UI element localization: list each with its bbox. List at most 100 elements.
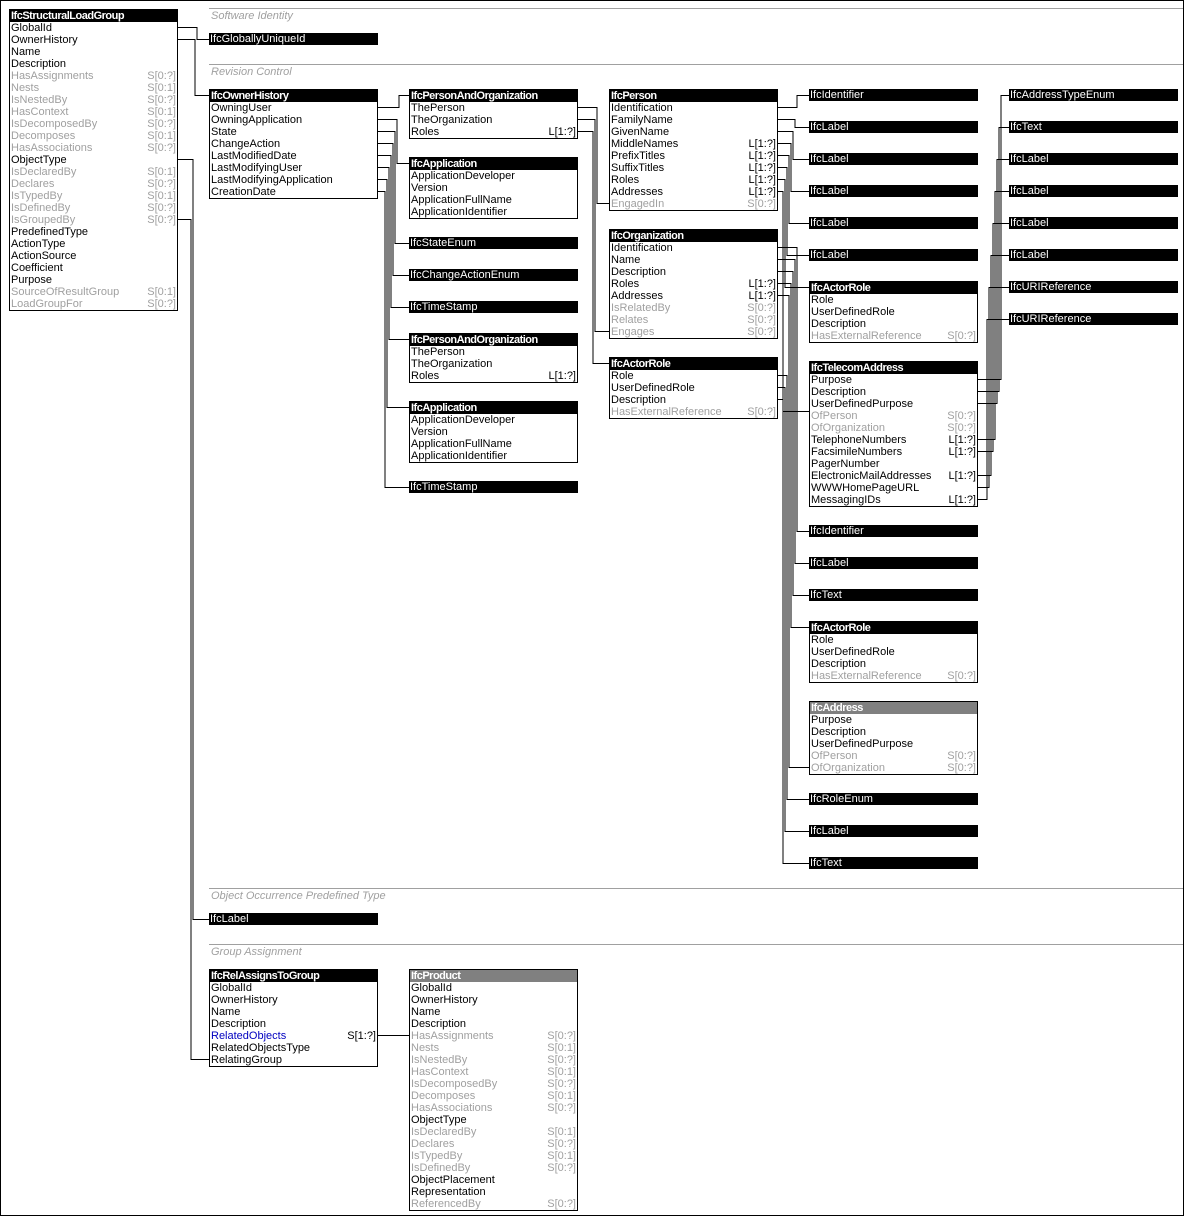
attribute-row[interactable]: ChangeAction [210,138,377,150]
entity-ifc-product[interactable]: IfcProduct GlobalId OwnerHistory Name Descri… [409,969,578,1211]
entity-ifc-application[interactable]: IfcApplication ApplicationDeveloper Versio… [409,157,578,219]
entity-ifc-actor-role[interactable]: IfcActorRole Role UserDefinedRole Descripti… [809,281,978,343]
attribute-row[interactable]: HasExternalReference S[0:?] [810,330,977,342]
attribute-row[interactable]: MessagingIDs L[1:?] [810,494,977,506]
type-ifc-label[interactable]: IfcLabel [1009,249,1178,261]
attribute-row[interactable]: HasAssignments S[0:?] [410,1030,577,1042]
attribute-row[interactable]: OwnerHistory [10,34,177,46]
attribute-row[interactable]: ActionType [10,238,177,250]
attribute-row[interactable]: Roles L[1:?] [410,126,577,138]
type-ifc-label[interactable]: IfcLabel [809,217,978,229]
type-ifc-label[interactable]: IfcLabel [809,557,978,569]
attribute-row[interactable]: ThePerson [410,102,577,114]
attribute-row[interactable]: IsDefinedBy S[0:?] [10,202,177,214]
attribute-row[interactable]: OwningApplication [210,114,377,126]
attribute-row[interactable]: TelephoneNumbers L[1:?] [810,434,977,446]
type-ifc-label[interactable]: IfcLabel [809,121,978,133]
attribute-row[interactable]: OfOrganization S[0:?] [810,422,977,434]
attribute-row[interactable]: HasContext S[0:1] [10,106,177,118]
attribute-row[interactable]: UserDefinedPurpose [810,398,977,410]
entity-ifc-address[interactable]: IfcAddress Purpose Description UserDefinedP… [809,701,978,775]
attribute-row[interactable]: RelatedObjects S[1:?] [210,1030,377,1042]
attribute-row[interactable]: ApplicationFullName [410,438,577,450]
attribute-row[interactable]: Version [410,182,577,194]
attribute-row[interactable]: TheOrganization [410,358,577,370]
attribute-row[interactable]: UserDefinedRole [810,646,977,658]
attribute-row[interactable]: Name [210,1006,377,1018]
attribute-row[interactable]: Nests S[0:1] [10,82,177,94]
attribute-row[interactable]: Purpose [10,274,177,286]
type-ifc-label[interactable]: IfcLabel [209,913,378,925]
attribute-row[interactable]: Description [810,386,977,398]
attribute-row[interactable]: ApplicationDeveloper [410,170,577,182]
type-ifc-label[interactable]: IfcLabel [1009,185,1178,197]
attribute-row[interactable]: Description [610,266,777,278]
type-ifc-state-enum[interactable]: IfcStateEnum [409,237,578,249]
attribute-row[interactable]: LastModifiedDate [210,150,377,162]
attribute-row[interactable]: Nests S[0:1] [410,1042,577,1054]
attribute-row[interactable]: Decomposes S[0:1] [10,130,177,142]
attribute-row[interactable]: State [210,126,377,138]
entity-ifc-telecom-address[interactable]: IfcTelecomAddress Purpose Description UserD… [809,361,978,507]
attribute-row[interactable]: Role [810,634,977,646]
attribute-row[interactable]: PredefinedType [10,226,177,238]
attribute-row[interactable]: Declares S[0:?] [410,1138,577,1150]
attribute-row[interactable]: LoadGroupFor S[0:?] [10,298,177,310]
type-ifc-globally-unique-id[interactable]: IfcGloballyUniqueId [209,33,378,45]
entity-ifc-structural-load-group[interactable]: IfcStructuralLoadGroup GlobalId OwnerHisto… [9,9,178,311]
attribute-row[interactable]: GlobalId [10,22,177,34]
attribute-row[interactable]: IsTypedBy S[0:1] [10,190,177,202]
attribute-row[interactable]: IsDecomposedBy S[0:?] [10,118,177,130]
attribute-row[interactable]: Role [810,294,977,306]
attribute-row[interactable]: Description [610,394,777,406]
attribute-row[interactable]: Purpose [810,714,977,726]
type-ifc-identifier[interactable]: IfcIdentifier [809,525,978,537]
attribute-row[interactable]: Name [10,46,177,58]
attribute-row[interactable]: Description [810,726,977,738]
attribute-row[interactable]: ThePerson [410,346,577,358]
attribute-row[interactable]: Relates S[0:?] [610,314,777,326]
entity-ifc-person[interactable]: IfcPerson Identification FamilyName GivenNa… [609,89,778,211]
attribute-row[interactable]: Version [410,426,577,438]
attribute-row[interactable]: Description [810,658,977,670]
attribute-row[interactable]: RelatingGroup [210,1054,377,1066]
attribute-row[interactable]: Engages S[0:?] [610,326,777,338]
entity-ifc-person-and-organization[interactable]: IfcPersonAndOrganization ThePerson TheOrga… [409,333,578,383]
attribute-row[interactable]: EngagedIn S[0:?] [610,198,777,210]
type-ifc-label[interactable]: IfcLabel [809,153,978,165]
attribute-row[interactable]: UserDefinedPurpose [810,738,977,750]
attribute-row[interactable]: Decomposes S[0:1] [410,1090,577,1102]
attribute-row[interactable]: Coefficient [10,262,177,274]
attribute-row[interactable]: Purpose [810,374,977,386]
attribute-row[interactable]: RelatedObjectsType [210,1042,377,1054]
attribute-row[interactable]: FamilyName [610,114,777,126]
entity-ifc-application[interactable]: IfcApplication ApplicationDeveloper Versio… [409,401,578,463]
type-ifc-text[interactable]: IfcText [809,589,978,601]
attribute-row[interactable]: OwnerHistory [410,994,577,1006]
attribute-row[interactable]: ActionSource [10,250,177,262]
attribute-row[interactable]: Description [10,58,177,70]
attribute-row[interactable]: OfPerson S[0:?] [810,750,977,762]
type-ifc-label[interactable]: IfcLabel [1009,153,1178,165]
attribute-row[interactable]: HasExternalReference S[0:?] [610,406,777,418]
attribute-row[interactable]: UserDefinedRole [610,382,777,394]
attribute-row[interactable]: FacsimileNumbers L[1:?] [810,446,977,458]
attribute-row[interactable]: Roles L[1:?] [610,174,777,186]
attribute-row[interactable]: HasContext S[0:1] [410,1066,577,1078]
type-ifc-role-enum[interactable]: IfcRoleEnum [809,793,978,805]
attribute-row[interactable]: OfOrganization S[0:?] [810,762,977,774]
attribute-row[interactable]: ObjectType [10,154,177,166]
entity-ifc-organization[interactable]: IfcOrganization Identification Name Descrip… [609,229,778,339]
attribute-row[interactable]: ElectronicMailAddresses L[1:?] [810,470,977,482]
attribute-row[interactable]: WWWHomePageURL [810,482,977,494]
attribute-row[interactable]: Roles L[1:?] [410,370,577,382]
attribute-row[interactable]: ObjectPlacement [410,1174,577,1186]
attribute-row[interactable]: IsGroupedBy S[0:?] [10,214,177,226]
attribute-row[interactable]: Role [610,370,777,382]
attribute-row[interactable]: IsNestedBy S[0:?] [10,94,177,106]
entity-ifc-actor-role[interactable]: IfcActorRole Role UserDefinedRole Descripti… [809,621,978,683]
attribute-row[interactable]: HasAssociations S[0:?] [410,1102,577,1114]
attribute-row[interactable]: PagerNumber [810,458,977,470]
attribute-row[interactable]: SuffixTitles L[1:?] [610,162,777,174]
attribute-row[interactable]: Description [810,318,977,330]
